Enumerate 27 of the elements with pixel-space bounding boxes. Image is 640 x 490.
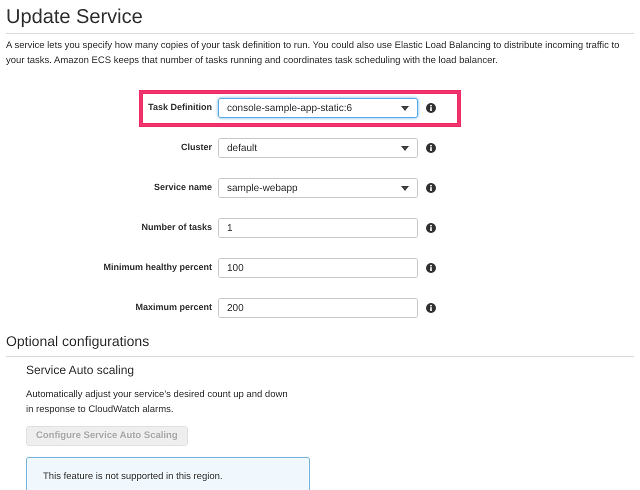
input-field[interactable]: 100 [218, 258, 418, 278]
caret-icon [401, 146, 409, 150]
info-icon[interactable] [426, 103, 436, 113]
section-heading: Optional configurations [6, 332, 150, 350]
info-icon[interactable] [426, 263, 436, 273]
input-field[interactable]: 200 [218, 298, 418, 318]
dropdown[interactable]: console-sample-app-static:6 [218, 98, 418, 118]
info-icon[interactable] [426, 183, 436, 193]
info-icon[interactable] [426, 223, 436, 233]
field-label: Number of tasks [141, 221, 212, 234]
caret-icon [401, 186, 409, 190]
field-label: Maximum percent [135, 301, 212, 314]
subsection-heading: Service Auto scaling [26, 362, 134, 378]
caret-icon [401, 106, 409, 110]
field-label: Minimum healthy percent [103, 261, 212, 274]
field-label: Cluster [180, 141, 212, 154]
input-field[interactable]: 1 [218, 218, 418, 238]
field-label: Task Definition [148, 101, 212, 114]
dropdown[interactable]: sample-webapp [218, 178, 418, 198]
dropdown[interactable]: default [218, 138, 418, 158]
info-icon[interactable] [426, 143, 436, 153]
field-label: Service name [154, 181, 212, 194]
info-icon[interactable] [426, 303, 436, 313]
auto-scaling-description: Automatically adjust your service's desired count up and down in response to CloudWatch alarms. [26, 388, 289, 417]
notice-text: This feature is not supported in this region. [43, 470, 223, 484]
description: A service lets you specify how many copies of your task definition to run. You could also use Elastic Load Balancing to distribute incoming traffic to your tasks. Amazon ECS keeps that number of tasks running and coordinates task scheduling with the load balancer. [6, 39, 620, 68]
page-title: Update Service [6, 5, 143, 30]
